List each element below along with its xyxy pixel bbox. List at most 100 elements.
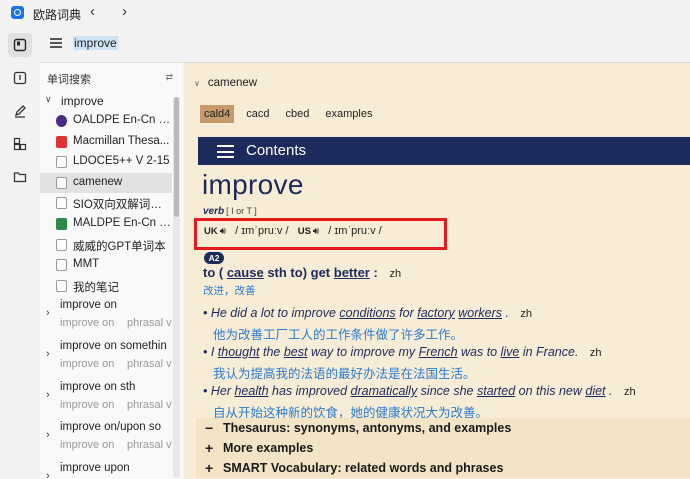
maldpe-icon	[56, 217, 67, 230]
panel-title: 单词搜索	[47, 73, 91, 86]
dictionary-header[interactable]: ∨ camenew	[194, 77, 257, 89]
zh-tag[interactable]: zh	[624, 386, 636, 398]
contents-label: Contents	[246, 142, 307, 159]
search-bar: improve	[40, 30, 690, 60]
collapse-icon[interactable]: −	[205, 420, 213, 436]
file-icon	[56, 279, 67, 292]
section-label: SMART Vocabulary: related words and phra…	[223, 461, 504, 475]
expand-icon[interactable]: +	[205, 460, 213, 476]
related-word-type: phrasal v	[127, 398, 172, 411]
chevron-right-icon[interactable]: ›	[46, 348, 50, 360]
sense-translation: 改进，改善	[203, 285, 256, 297]
left-rail	[0, 26, 40, 479]
related-word-sub: improve on	[60, 357, 115, 370]
related-word-group[interactable]: › improve on/upon so improve on phrasal v	[40, 418, 172, 459]
section-thesaurus[interactable]: − Thesaurus: synonyms, antonyms, and exam…	[196, 418, 690, 438]
highlight-box	[194, 218, 447, 250]
tab-examples[interactable]: examples	[321, 105, 376, 123]
dictionary-row[interactable]: Macmillan Thesa...	[40, 132, 172, 153]
plugin-icon[interactable]	[8, 132, 32, 156]
section-smart-vocabulary[interactable]: + SMART Vocabulary: related words and phr…	[196, 458, 690, 478]
dictionary-row[interactable]: SIO双向双解词典v...	[40, 193, 172, 214]
related-word: improve on/upon so	[60, 421, 162, 434]
tab-cald4[interactable]: cald4	[200, 105, 235, 123]
related-word: improve upon	[60, 461, 130, 474]
related-word-type: phrasal v	[127, 317, 172, 330]
dictionary-icon[interactable]	[8, 33, 32, 57]
ldoce-icon	[56, 156, 67, 169]
dictionary-label: MMT	[73, 258, 100, 271]
forward-button[interactable]: ›	[122, 3, 127, 20]
dictionary-row[interactable]: camenew	[40, 172, 172, 194]
example-sentence: • Her health has improved dramatically s…	[203, 384, 636, 398]
example-translation: 我认为提高我的法语的最好办法是在法国生活。	[213, 367, 476, 381]
related-word-sub: improve on	[60, 398, 115, 411]
headword: improve	[202, 169, 304, 200]
dictionary-row[interactable]: 我的笔记	[40, 276, 172, 297]
tab-cbed[interactable]: cbed	[282, 105, 314, 123]
file-icon	[56, 259, 67, 272]
sort-icon[interactable]: ⇄	[165, 72, 173, 83]
file-icon	[56, 176, 67, 189]
word-search-panel: 单词搜索 ⇄ ∨ improve OALDPE En-Cn V... Macmil…	[40, 62, 183, 479]
book-icon[interactable]	[8, 66, 32, 90]
related-word-group[interactable]: › improve on sth improve on phrasal v	[40, 378, 172, 419]
dictionary-label: 我的笔记	[73, 281, 119, 294]
scrollbar-thumb[interactable]	[174, 97, 179, 217]
section-label: More examples	[223, 441, 314, 455]
chevron-right-icon[interactable]: ›	[46, 429, 50, 441]
related-word-group[interactable]: › improve on somethin improve on phrasal v	[40, 337, 172, 378]
oaldpe-icon	[56, 115, 67, 127]
folder-icon[interactable]	[8, 165, 32, 189]
file-icon	[56, 238, 67, 251]
dictionary-name: camenew	[207, 77, 258, 89]
menu-icon[interactable]	[217, 145, 234, 162]
zh-tag[interactable]: zh	[389, 268, 401, 280]
dictionary-row[interactable]: MMT	[40, 255, 172, 276]
chevron-down-icon[interactable]: ∨	[45, 94, 52, 105]
contents-bar[interactable]: Contents	[198, 137, 690, 165]
dictionary-row[interactable]: OALDPE En-Cn V...	[40, 111, 172, 132]
dictionary-row[interactable]: MALDPE En-Cn V...	[40, 214, 172, 235]
dictionary-label: Macmillan Thesa...	[73, 134, 170, 147]
related-word-sub: improve on	[60, 439, 115, 452]
edit-icon[interactable]	[8, 99, 32, 123]
zh-tag[interactable]: zh	[520, 308, 532, 320]
dictionary-label: LDOCE5++ V 2-15	[73, 155, 170, 168]
example-sentence: • He did a lot to improve conditions for…	[203, 306, 533, 320]
panel-scrollbar[interactable]	[173, 97, 180, 477]
chevron-right-icon[interactable]: ›	[46, 470, 50, 479]
dictionary-tabs: cald4 cacd cbed examples	[200, 105, 384, 123]
macmillan-icon	[56, 135, 67, 148]
level-badge: A2	[204, 252, 224, 264]
chevron-right-icon[interactable]: ›	[46, 307, 50, 319]
dictionary-row[interactable]: LDOCE5++ V 2-15	[40, 152, 172, 173]
example-translation: 他为改善工厂工人的工作条件做了许多工作。	[213, 328, 464, 342]
root-word: improve	[61, 94, 104, 108]
sense-definition: to ( cause sth to) get better : zh	[203, 265, 402, 280]
example-sentence: • I thought the best way to improve my F…	[203, 345, 602, 359]
related-word: improve on sth	[60, 380, 136, 393]
app-title: 欧路词典	[33, 8, 82, 22]
dictionary-label: SIO双向双解词典v...	[73, 199, 171, 212]
dictionary-row[interactable]: 威威的GPT单词本	[40, 235, 172, 256]
list-icon[interactable]	[50, 38, 62, 48]
dictionary-label: camenew	[73, 175, 123, 188]
tree-root-row[interactable]: ∨ improve	[40, 91, 172, 111]
tab-cacd[interactable]: cacd	[242, 105, 273, 123]
app-logo-icon	[11, 6, 24, 19]
related-word-group[interactable]: › improve upon	[40, 459, 172, 479]
chevron-down-icon[interactable]: ∨	[194, 79, 200, 88]
file-icon	[56, 197, 67, 210]
expand-icon[interactable]: +	[205, 440, 213, 456]
section-more-examples[interactable]: + More examples	[196, 438, 690, 458]
zh-tag[interactable]: zh	[590, 347, 602, 359]
related-word: improve on	[60, 299, 117, 312]
result-tree: ∨ improve OALDPE En-Cn V... Macmillan The…	[40, 91, 172, 479]
search-input[interactable]: improve	[73, 36, 118, 50]
back-button[interactable]: ‹	[90, 3, 95, 20]
related-word-group[interactable]: › improve on improve on phrasal v	[40, 296, 172, 337]
related-word-type: phrasal v	[127, 357, 172, 370]
chevron-right-icon[interactable]: ›	[46, 389, 50, 401]
section-label: Thesaurus: synonyms, antonyms, and examp…	[223, 421, 512, 435]
